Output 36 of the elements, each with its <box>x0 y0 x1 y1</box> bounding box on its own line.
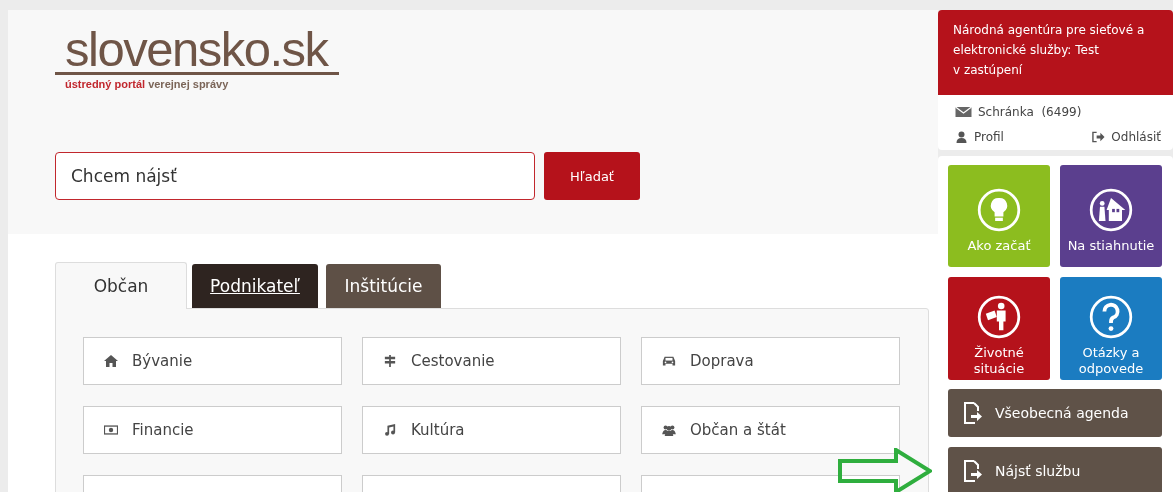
category-card[interactable]: Doprava <box>641 337 900 385</box>
user-role: v zastúpení <box>953 62 1024 79</box>
music-note-icon <box>383 424 397 436</box>
logout-icon <box>1092 130 1106 143</box>
category-card[interactable]: Financie <box>83 406 342 454</box>
house-icon <box>104 355 118 367</box>
site-logo[interactable]: slovensko.sk ústredný portál verejnej správy <box>55 22 339 90</box>
profile-link[interactable]: Profil <box>955 129 1004 144</box>
people-icon <box>662 424 676 436</box>
envelope-icon <box>955 105 972 118</box>
tile-button[interactable]: Na stiahnutie <box>1060 165 1162 267</box>
action-button[interactable]: Všeobecná agenda <box>948 389 1162 437</box>
tab[interactable]: Inštitúcie <box>326 264 441 308</box>
tile-button[interactable]: Otázky a odpovede <box>1060 277 1162 380</box>
category-card[interactable]: Bývanie <box>83 337 342 385</box>
category-card[interactable]: Kultúra <box>362 406 621 454</box>
search-field[interactable]: Chcem nájsť <box>55 152 535 200</box>
category-card[interactable]: Cestovanie <box>362 337 621 385</box>
house-icon <box>1089 188 1133 232</box>
logout-link[interactable]: Odhlásiť <box>1092 129 1161 144</box>
signpost-icon <box>383 355 397 367</box>
action-button[interactable]: Nájsť službu <box>948 447 1162 492</box>
person-icon <box>955 130 968 143</box>
person-icon <box>977 295 1021 339</box>
car-icon <box>662 355 676 367</box>
inbox-link[interactable]: Schránka (6499) <box>955 104 1082 119</box>
question-icon <box>1089 295 1133 339</box>
document-arrow-icon <box>963 460 983 482</box>
banknote-icon <box>104 424 118 436</box>
tile-button[interactable]: Životné situácie <box>948 277 1050 380</box>
lightbulb-icon <box>977 188 1021 232</box>
category-card[interactable]: Občan a štát <box>641 406 900 454</box>
document-arrow-icon <box>963 402 983 424</box>
tab[interactable]: Občan <box>55 262 187 309</box>
search-button[interactable]: Hľadať <box>544 152 640 200</box>
tab[interactable]: Podnikateľ <box>192 264 318 308</box>
